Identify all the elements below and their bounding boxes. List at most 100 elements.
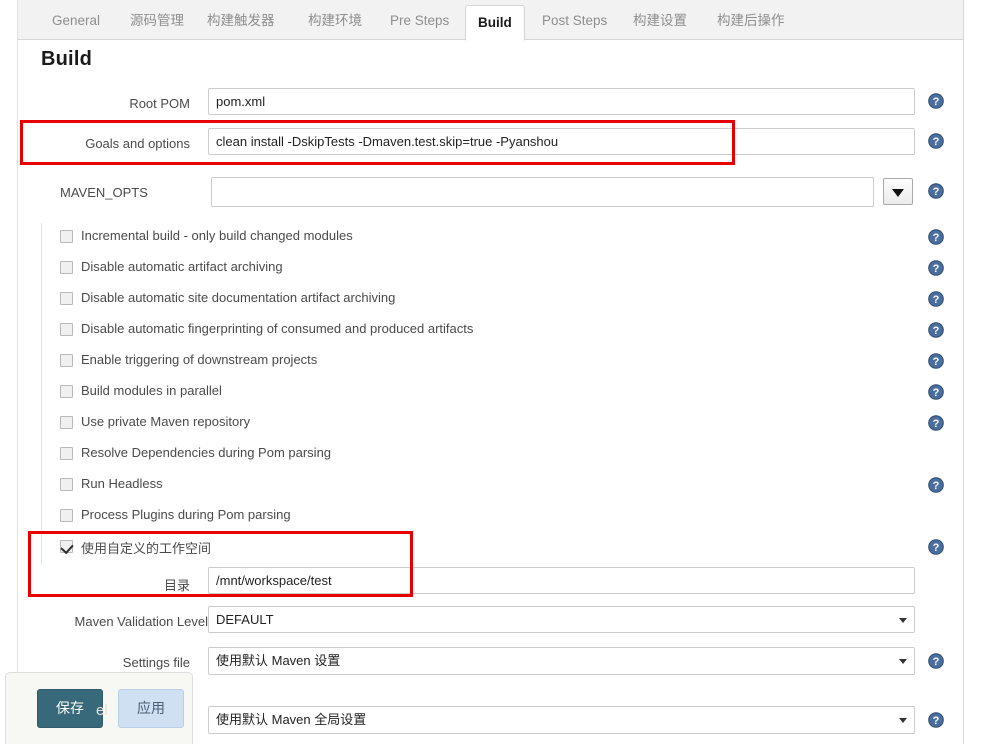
apply-button[interactable]: 应用 bbox=[118, 689, 184, 728]
help-question-icon[interactable]: ? bbox=[928, 712, 944, 728]
goals-and-options-input[interactable]: clean install -DskipTests -Dmaven.test.s… bbox=[208, 128, 915, 155]
page-right-border bbox=[963, 0, 964, 744]
help-question-icon[interactable]: ? bbox=[928, 477, 944, 493]
svg-text:?: ? bbox=[933, 356, 940, 368]
help-question-icon[interactable]: ? bbox=[928, 229, 944, 245]
jenkins-job-config-page: General 源码管理 构建触发器 构建环境 Pre Steps Build … bbox=[0, 0, 1000, 744]
svg-text:?: ? bbox=[933, 656, 940, 668]
checkbox-label: 使用自定义的工作空间 bbox=[81, 541, 212, 556]
svg-text:?: ? bbox=[933, 136, 940, 148]
checkbox-label: Enable triggering of downstream projects bbox=[81, 352, 318, 367]
help-question-icon[interactable]: ? bbox=[928, 322, 944, 338]
chevron-down-icon bbox=[899, 718, 907, 723]
svg-text:?: ? bbox=[933, 325, 940, 337]
help-question-icon[interactable]: ? bbox=[928, 93, 944, 109]
checkbox-label: Incremental build - only build changed m… bbox=[81, 228, 353, 243]
checkbox-label: Run Headless bbox=[81, 476, 163, 491]
maven-opts-label: MAVEN_OPTS bbox=[60, 185, 148, 200]
checkbox-label: Process Plugins during Pom parsing bbox=[81, 507, 291, 522]
save-button[interactable]: 保存 bbox=[37, 689, 103, 728]
checkbox-row-disable-fingerprinting[interactable]: Disable automatic fingerprinting of cons… bbox=[42, 316, 944, 347]
svg-text:?: ? bbox=[933, 96, 940, 108]
checkbox-disable-site-doc-archiving[interactable] bbox=[60, 292, 73, 305]
tab-scm[interactable]: 源码管理 bbox=[118, 6, 196, 40]
help-question-icon[interactable]: ? bbox=[928, 353, 944, 369]
checkbox-label: Resolve Dependencies during Pom parsing bbox=[81, 445, 332, 460]
checkbox-row-use-custom-workspace[interactable]: 使用自定义的工作空间 ? bbox=[42, 533, 944, 564]
checkbox-row-build-modules-in-parallel[interactable]: Build modules in parallel ? bbox=[42, 378, 944, 409]
checkbox-row-run-headless[interactable]: Run Headless ? bbox=[42, 471, 944, 502]
help-question-icon[interactable]: ? bbox=[928, 260, 944, 276]
help-question-icon[interactable]: ? bbox=[928, 183, 944, 199]
help-question-icon[interactable]: ? bbox=[928, 291, 944, 307]
tab-pre-steps[interactable]: Pre Steps bbox=[378, 6, 461, 40]
checkbox-row-incremental-build[interactable]: Incremental build - only build changed m… bbox=[42, 223, 944, 254]
maven-validation-level-value: DEFAULT bbox=[216, 612, 274, 627]
checkbox-enable-downstream-triggering[interactable] bbox=[60, 354, 73, 367]
svg-text:?: ? bbox=[933, 232, 940, 244]
checkbox-row-process-plugins[interactable]: Process Plugins during Pom parsing bbox=[42, 502, 942, 533]
svg-text:?: ? bbox=[933, 387, 940, 399]
help-question-icon[interactable]: ? bbox=[928, 133, 944, 149]
form-action-bar: 保存 应用 bbox=[5, 672, 193, 744]
help-question-icon[interactable]: ? bbox=[928, 653, 944, 669]
tab-build-settings[interactable]: 构建设置 bbox=[621, 6, 699, 40]
checkbox-row-resolve-dependencies[interactable]: Resolve Dependencies during Pom parsing bbox=[42, 440, 942, 471]
checkbox-resolve-dependencies[interactable] bbox=[60, 447, 73, 460]
checkbox-label: Disable automatic site documentation art… bbox=[81, 290, 396, 305]
checkbox-use-private-maven-repository[interactable] bbox=[60, 416, 73, 429]
svg-text:?: ? bbox=[933, 418, 940, 430]
page-title: Build bbox=[41, 48, 92, 70]
tab-post-steps[interactable]: Post Steps bbox=[530, 6, 619, 40]
help-question-icon[interactable]: ? bbox=[928, 539, 944, 555]
maven-opts-input[interactable] bbox=[211, 177, 874, 207]
tab-build[interactable]: Build bbox=[465, 5, 525, 41]
help-question-icon[interactable]: ? bbox=[928, 415, 944, 431]
svg-text:?: ? bbox=[933, 715, 940, 727]
svg-text:?: ? bbox=[933, 480, 940, 492]
tab-post-build-actions[interactable]: 构建后操作 bbox=[705, 6, 797, 40]
help-question-icon[interactable]: ? bbox=[928, 384, 944, 400]
maven-validation-level-label: Maven Validation Level bbox=[74, 614, 208, 629]
settings-file-label: Settings file bbox=[122, 655, 190, 670]
root-pom-input[interactable]: pom.xml bbox=[208, 88, 915, 115]
checkbox-run-headless[interactable] bbox=[60, 478, 73, 491]
tab-build-env[interactable]: 构建环境 bbox=[296, 6, 374, 40]
root-pom-label: Root POM bbox=[129, 96, 190, 111]
svg-text:?: ? bbox=[933, 186, 940, 198]
svg-text:?: ? bbox=[933, 263, 940, 275]
maven-opts-dropdown-button[interactable] bbox=[883, 178, 913, 205]
checkbox-disable-artifact-archiving[interactable] bbox=[60, 261, 73, 274]
caret-down-icon bbox=[892, 188, 904, 197]
checkbox-row-disable-site-doc-archiving[interactable]: Disable automatic site documentation art… bbox=[42, 285, 944, 316]
checkbox-row-enable-downstream-triggering[interactable]: Enable triggering of downstream projects… bbox=[42, 347, 944, 378]
build-option-checkbox-list: Incremental build - only build changed m… bbox=[41, 223, 944, 564]
checkbox-row-use-private-maven-repository[interactable]: Use private Maven repository ? bbox=[42, 409, 944, 440]
chevron-down-icon bbox=[899, 659, 907, 664]
global-settings-file-select[interactable]: 使用默认 Maven 全局设置 bbox=[208, 706, 915, 734]
goals-and-options-label: Goals and options bbox=[85, 136, 190, 151]
checkbox-row-disable-artifact-archiving[interactable]: Disable automatic artifact archiving ? bbox=[42, 254, 944, 285]
settings-file-select[interactable]: 使用默认 Maven 设置 bbox=[208, 647, 915, 675]
svg-text:?: ? bbox=[933, 294, 940, 306]
config-tab-bar: General 源码管理 构建触发器 构建环境 Pre Steps Build … bbox=[18, 0, 963, 41]
custom-workspace-directory-input[interactable]: /mnt/workspace/test bbox=[208, 567, 915, 594]
global-settings-file-value: 使用默认 Maven 全局设置 bbox=[216, 712, 367, 727]
checkbox-label: Build modules in parallel bbox=[81, 383, 222, 398]
checkbox-label: Disable automatic fingerprinting of cons… bbox=[81, 321, 474, 336]
chevron-down-icon bbox=[899, 617, 907, 623]
checkbox-use-custom-workspace[interactable] bbox=[60, 540, 73, 553]
tab-build-triggers[interactable]: 构建触发器 bbox=[195, 6, 287, 40]
build-section: Build Root POM pom.xml ? Goals and optio… bbox=[18, 40, 963, 744]
settings-file-value: 使用默认 Maven 设置 bbox=[216, 653, 341, 668]
maven-validation-level-select[interactable]: DEFAULT bbox=[208, 606, 915, 633]
checkbox-process-plugins[interactable] bbox=[60, 509, 73, 522]
svg-text:?: ? bbox=[933, 542, 940, 554]
checkbox-label: Use private Maven repository bbox=[81, 414, 251, 429]
checkbox-build-modules-in-parallel[interactable] bbox=[60, 385, 73, 398]
checkbox-incremental-build[interactable] bbox=[60, 230, 73, 243]
custom-workspace-directory-label: 目录 bbox=[163, 578, 190, 593]
checkbox-label: Disable automatic artifact archiving bbox=[81, 259, 283, 274]
tab-general[interactable]: General bbox=[40, 6, 112, 40]
checkbox-disable-fingerprinting[interactable] bbox=[60, 323, 73, 336]
